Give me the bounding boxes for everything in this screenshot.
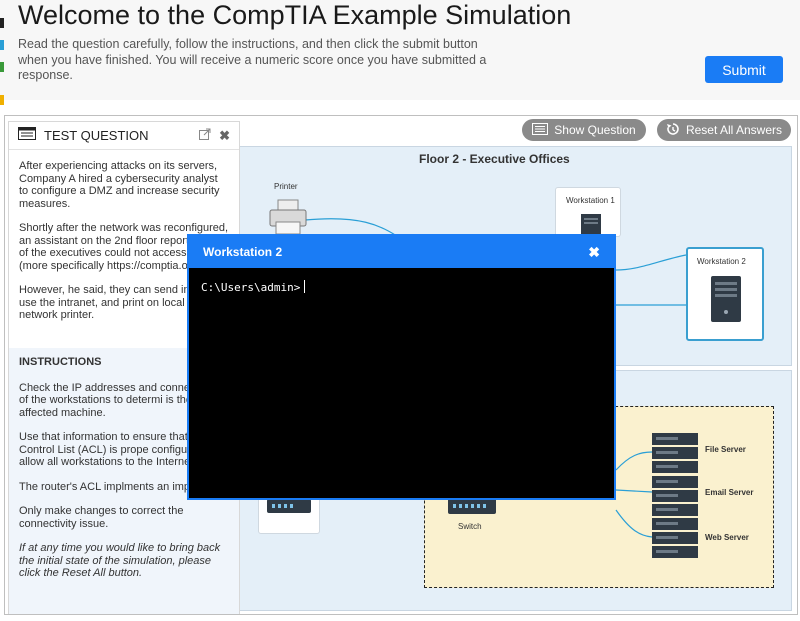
close-panel-icon[interactable]: ✖ — [219, 128, 230, 144]
instruction-item: Only make changes to correct the connect… — [19, 505, 184, 530]
switch-label: Switch — [458, 522, 482, 531]
workstation-2-terminal-modal: Workstation 2 ✖ C:\Users\admin> — [187, 234, 616, 500]
workstation-1-label: Workstation 1 — [566, 196, 615, 205]
reset-hint: If at any time you would like to bring b… — [19, 542, 221, 579]
close-icon[interactable]: ✖ — [588, 244, 600, 261]
web-server-label: Web Server — [705, 533, 749, 542]
terminal-cursor — [304, 280, 306, 293]
terminal-prompt: C:\Users\admin> — [201, 281, 301, 294]
workstation-2-label: Workstation 2 — [697, 257, 746, 266]
modal-title: Workstation 2 — [203, 245, 283, 259]
question-panel-header: TEST QUESTION ✖ — [9, 122, 239, 150]
printer-label: Printer — [274, 182, 298, 191]
email-server-label: Email Server — [705, 488, 754, 497]
web-server-icon[interactable] — [652, 518, 698, 563]
workstation-2-card[interactable]: Workstation 2 — [686, 247, 764, 341]
email-server-icon[interactable] — [652, 476, 698, 521]
question-paragraph: After experiencing attacks on its server… — [19, 160, 220, 210]
file-server-label: File Server — [705, 445, 746, 454]
modal-header: Workstation 2 ✖ — [189, 236, 614, 268]
question-list-icon — [18, 126, 36, 145]
workstation-1-card[interactable]: Workstation 1 — [555, 187, 621, 237]
terminal-console[interactable]: C:\Users\admin> — [189, 268, 614, 306]
router-icon — [267, 499, 311, 518]
switch-icon[interactable] — [448, 498, 496, 519]
workstation-2-icon — [711, 276, 741, 327]
file-server-icon[interactable] — [652, 433, 698, 478]
question-panel-title: TEST QUESTION — [44, 128, 149, 143]
popout-icon[interactable] — [199, 128, 211, 143]
